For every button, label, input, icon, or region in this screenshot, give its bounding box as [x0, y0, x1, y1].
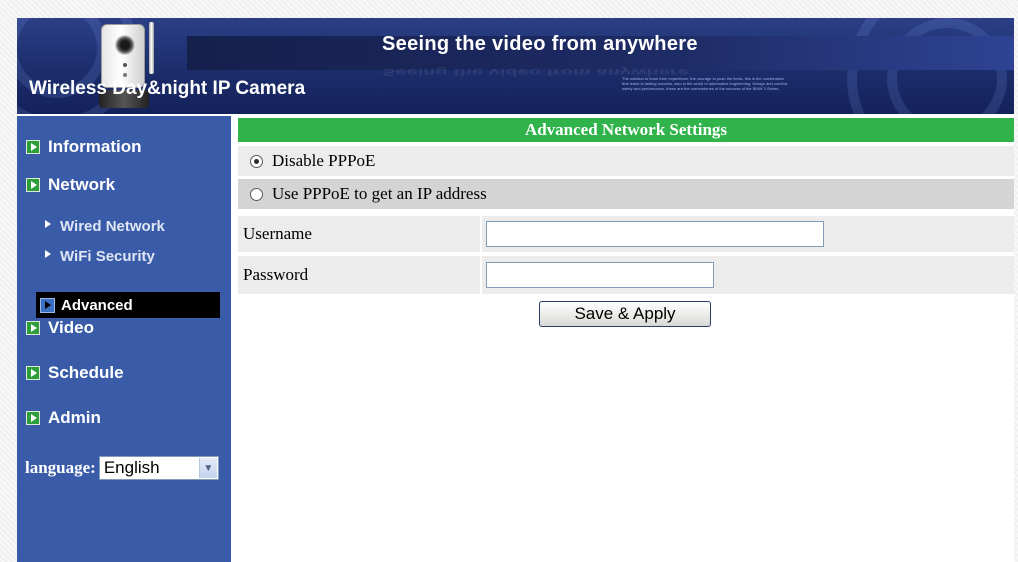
triangle-arrow-icon	[45, 249, 51, 258]
sidebar-item-video[interactable]: Video	[26, 318, 94, 338]
sidebar-subitem-advanced[interactable]: Advanced	[36, 292, 220, 318]
username-label: Username	[238, 216, 480, 252]
password-row: Password	[238, 256, 1014, 294]
sidebar-item-admin[interactable]: Admin	[26, 408, 101, 428]
play-square-icon	[40, 297, 55, 313]
password-label: Password	[238, 256, 480, 294]
username-row: Username	[238, 216, 1014, 252]
username-input[interactable]	[486, 221, 824, 247]
play-square-icon	[26, 366, 40, 380]
password-input[interactable]	[486, 262, 714, 288]
sidebar-item-label: Video	[48, 318, 94, 337]
pppoe-option-label: Use PPPoE to get an IP address	[272, 184, 487, 203]
language-row: language: English ▼	[25, 456, 219, 480]
play-square-icon	[26, 140, 40, 154]
language-selected-value: English	[103, 458, 160, 477]
password-cell	[482, 256, 1014, 294]
sidebar-subitem-wifi-security[interactable]: WiFi Security	[45, 248, 155, 265]
product-name: Wireless Day&night IP Camera	[29, 78, 306, 99]
triangle-arrow-icon	[45, 219, 51, 228]
play-square-icon	[26, 321, 40, 335]
chevron-down-icon[interactable]: ▼	[198, 458, 217, 478]
sidebar-subitem-label: Advanced	[61, 296, 133, 314]
save-apply-button[interactable]: Save & Apply	[539, 301, 711, 327]
pppoe-option-label: Disable PPPoE	[272, 151, 376, 170]
pppoe-option-disable[interactable]: Disable PPPoE	[238, 146, 1014, 176]
radio-selected-icon[interactable]	[250, 154, 263, 168]
sidebar-subitem-label: WiFi Security	[60, 248, 155, 265]
main-content: Advanced Network Settings Disable PPPoE …	[238, 118, 1014, 327]
play-square-icon	[26, 411, 40, 425]
sidebar-subitem-label: Wired Network	[60, 218, 165, 235]
banner: Seeing the video from anywhere Seeing th…	[17, 18, 1014, 114]
sidebar-item-label: Admin	[48, 408, 101, 427]
sidebar-item-label: Network	[48, 175, 116, 194]
radio-unselected-icon[interactable]	[250, 187, 263, 201]
sidebar-item-schedule[interactable]: Schedule	[26, 363, 124, 383]
banner-blurb: The solution to learn from experience, t…	[622, 76, 789, 91]
sidebar-item-network[interactable]: Network	[26, 175, 115, 195]
sidebar-item-label: Information	[48, 137, 142, 156]
camera-admin-page: Seeing the video from anywhere Seeing th…	[17, 18, 1014, 562]
sidebar-subitem-wired-network[interactable]: Wired Network	[45, 218, 165, 235]
play-square-icon	[26, 178, 40, 192]
language-select[interactable]: English ▼	[98, 456, 219, 480]
language-label: language:	[25, 458, 96, 477]
section-title: Advanced Network Settings	[238, 118, 1014, 142]
sidebar-item-information[interactable]: Information	[26, 137, 142, 157]
pppoe-option-use[interactable]: Use PPPoE to get an IP address	[238, 179, 1014, 209]
sidebar-item-label: Schedule	[48, 363, 124, 382]
banner-tagline: Seeing the video from anywhere	[382, 33, 698, 55]
sidebar: Information Network Wired Network WiFi S…	[17, 116, 231, 562]
username-cell	[482, 216, 1014, 252]
